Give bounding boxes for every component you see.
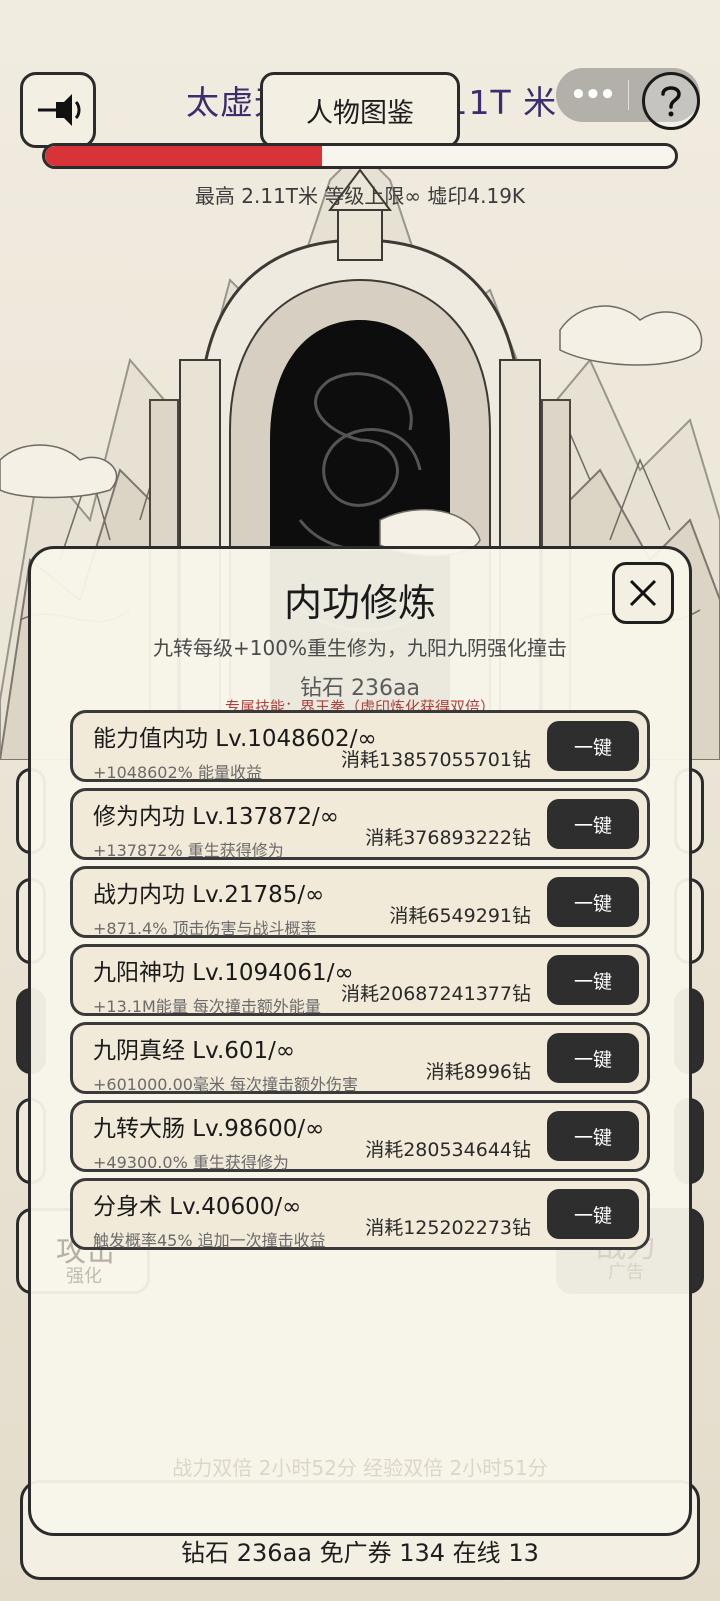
close-button[interactable] [612, 562, 674, 624]
back-button[interactable] [20, 72, 96, 148]
skill-cost: 消耗6549291钻 [389, 905, 531, 927]
character-codex-button[interactable]: 人物图鉴 [260, 72, 460, 148]
skill-cost: 消耗8996钻 [425, 1061, 531, 1083]
skill-name: 能力值内功 Lv.1048602/∞ [93, 726, 377, 752]
skill-name: 九转大肠 Lv.98600/∞ [93, 1116, 325, 1142]
one-click-upgrade-button[interactable]: 一键 [547, 955, 639, 1005]
skill-cost: 消耗20687241377钻 [341, 983, 531, 1005]
skill-row: 九转大肠 Lv.98600/∞ +49300.0% 重生获得修为 消耗28053… [70, 1100, 650, 1172]
skill-effect: +13.1M能量 每次撞击额外能量 [93, 997, 321, 1016]
double-bonus-line: 战力双倍 2小时52分 经验双倍 2小时51分 [172, 1456, 548, 1480]
speaker-back-icon [38, 94, 81, 126]
skill-name: 九阴真经 Lv.601/∞ [93, 1038, 296, 1064]
question-mark-icon [661, 86, 681, 117]
skill-effect: +601000.00毫米 每次撞击额外伤害 [93, 1075, 359, 1094]
skill-effect: +1048602% 能量收益 [93, 763, 262, 782]
attack-sub: 强化 [66, 1266, 102, 1287]
skill-effect: +137872% 重生获得修为 [93, 841, 284, 860]
capsule-divider [628, 80, 629, 110]
skill-row: 九阴真经 Lv.601/∞ +601000.00毫米 每次撞击额外伤害 消耗89… [70, 1022, 650, 1094]
one-click-upgrade-button[interactable]: 一键 [547, 799, 639, 849]
power-sub: 广告 [608, 1262, 644, 1283]
skill-row: 能力值内功 Lv.1048602/∞ +1048602% 能量收益 消耗1385… [70, 710, 650, 782]
stage-progress-bar [42, 143, 678, 169]
more-dots-icon[interactable]: ••• [556, 80, 628, 110]
one-click-upgrade-button[interactable]: 一键 [547, 721, 639, 771]
skill-name: 九阳神功 Lv.1094061/∞ [93, 960, 354, 986]
skill-cost: 消耗13857055701钻 [341, 749, 531, 771]
one-click-upgrade-button[interactable]: 一键 [547, 1189, 639, 1239]
one-click-upgrade-button[interactable]: 一键 [547, 1033, 639, 1083]
skill-row: 战力内功 Lv.21785/∞ +871.4% 顶击伤害与战斗概率 消耗6549… [70, 866, 650, 938]
resource-footer-text: 钻石 236aa 免广券 134 在线 13 [181, 1539, 539, 1567]
skill-name: 修为内功 Lv.137872/∞ [93, 804, 339, 830]
skill-cost: 消耗376893222钻 [365, 827, 531, 849]
skill-cost: 消耗125202273钻 [365, 1217, 531, 1239]
skill-name: 战力内功 Lv.21785/∞ [93, 882, 325, 908]
skill-cost: 消耗280534644钻 [365, 1139, 531, 1161]
skill-row: 分身术 Lv.40600/∞ 触发概率45% 追加一次撞击收益 消耗125202… [70, 1178, 650, 1250]
close-icon [629, 579, 657, 607]
skill-effect: 触发概率45% 追加一次撞击收益 [93, 1231, 326, 1250]
skill-effect: +49300.0% 重生获得修为 [93, 1153, 289, 1172]
help-button[interactable] [642, 72, 700, 130]
skill-name: 分身术 Lv.40600/∞ [93, 1194, 302, 1220]
one-click-upgrade-button[interactable]: 一键 [547, 1111, 639, 1161]
one-click-upgrade-button[interactable]: 一键 [547, 877, 639, 927]
skill-effect: +871.4% 顶击伤害与战斗概率 [93, 919, 317, 938]
stage-progress-fill [45, 146, 323, 166]
modal-description: 九转每级+100%重生修为，九阳九阴强化撞击 [153, 636, 567, 660]
skill-row: 修为内功 Lv.137872/∞ +137872% 重生获得修为 消耗37689… [70, 788, 650, 860]
stats-line: 最高 2.11T米 等级上限∞ 墟印4.19K [194, 184, 526, 208]
skill-row: 九阳神功 Lv.1094061/∞ +13.1M能量 每次撞击额外能量 消耗20… [70, 944, 650, 1016]
